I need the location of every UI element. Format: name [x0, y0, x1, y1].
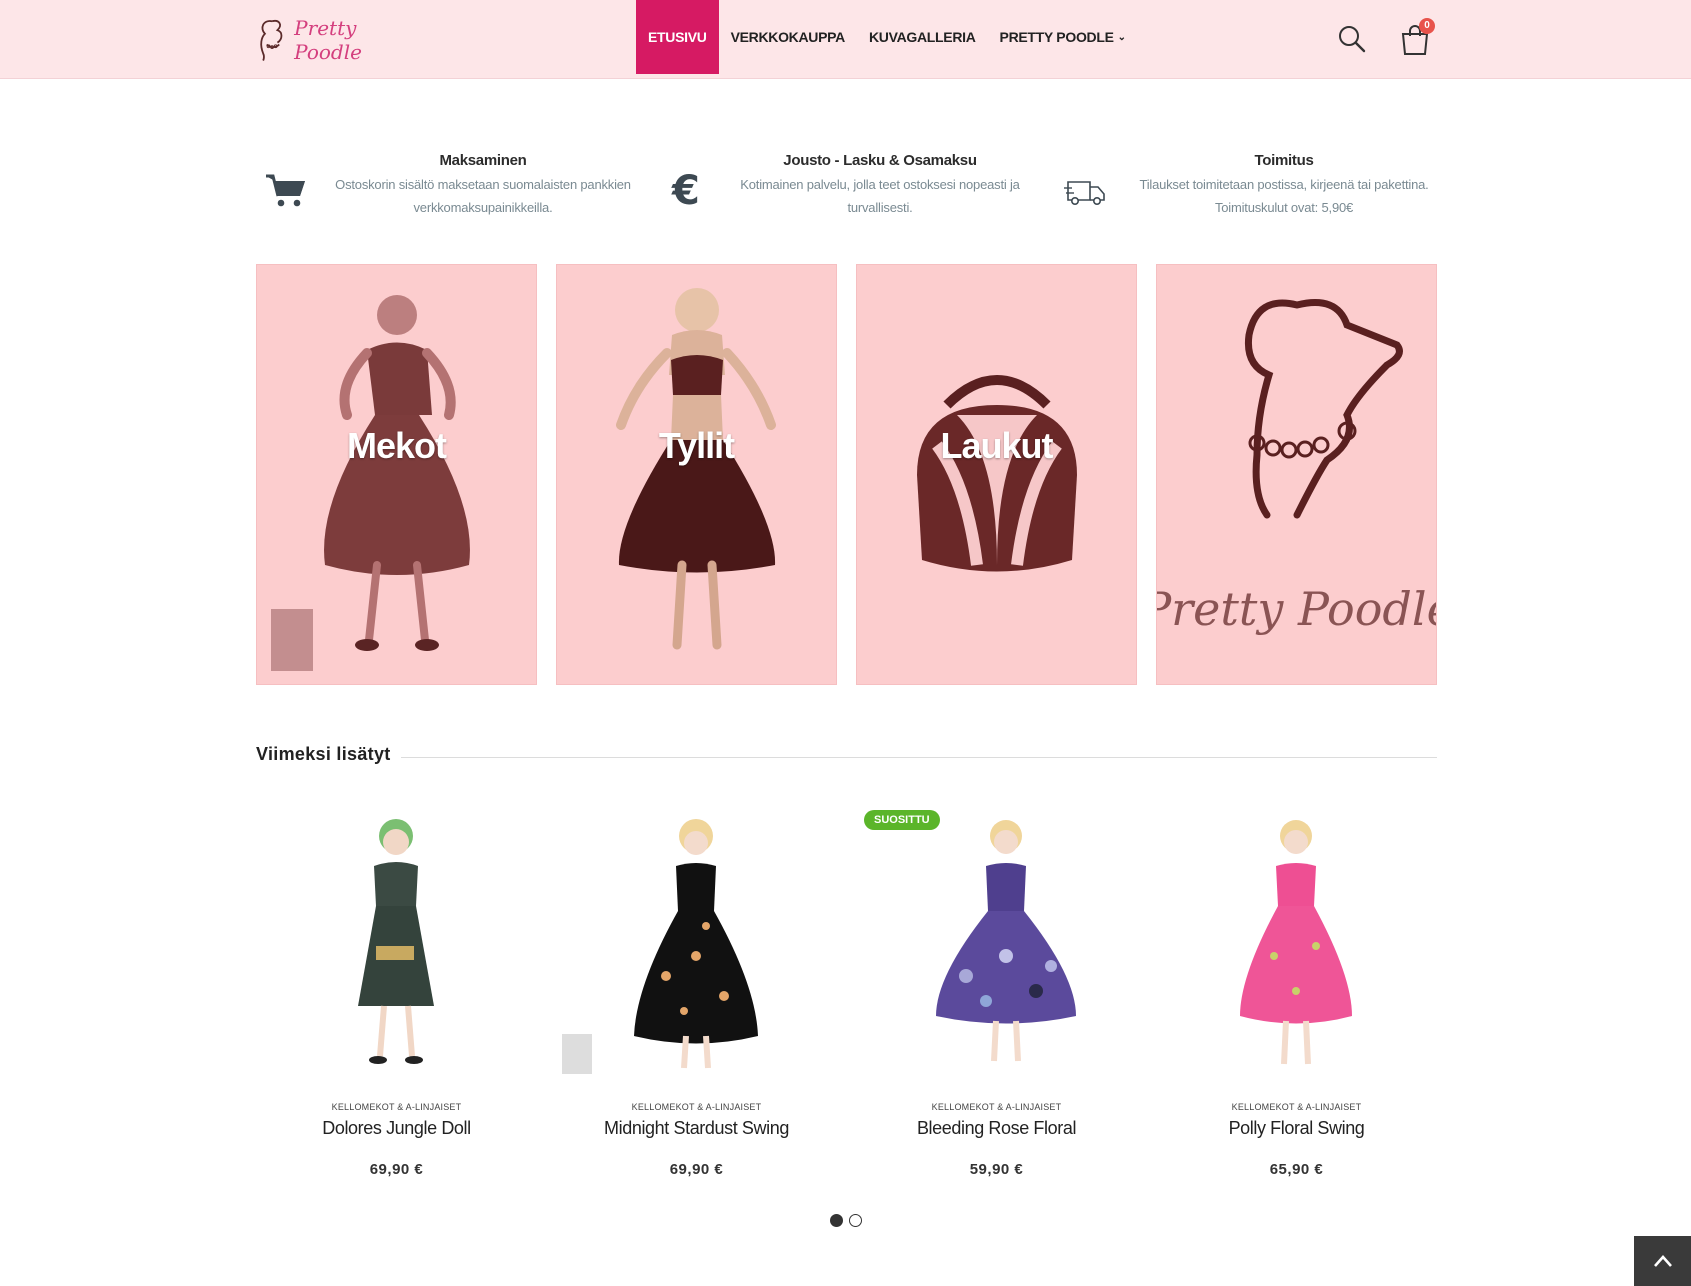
section-title-latest: Viimeksi lisätyt	[256, 744, 391, 764]
feature-title: Jousto - Lasku & Osamaksu	[783, 152, 977, 169]
feature-desc-line1: Ostoskorin sisältö maksetaan suomalaiste…	[335, 177, 631, 192]
product-category[interactable]: KELLOMEKOT & A-LINJAISET	[556, 1102, 837, 1112]
euro-icon: €	[671, 170, 700, 210]
site-header: Pretty Poodle ETUSIVU VERKKOKAUPPA KUVAG…	[0, 0, 1691, 79]
feature-desc-line2: Toimituskulut ovat: 5,90€	[1214, 200, 1354, 215]
product-name[interactable]: Polly Floral Swing	[1156, 1118, 1437, 1139]
feature-desc-line2: verkkomaksupainikkeilla.	[413, 200, 553, 215]
product-name[interactable]: Bleeding Rose Floral	[856, 1118, 1137, 1139]
product-price: 65,90 €	[1269, 1161, 1324, 1178]
handbag-image	[917, 375, 1077, 572]
main-nav: ETUSIVU VERKKOKAUPPA KUVAGALLERIA PRETTY…	[636, 0, 1138, 74]
product-price: 69,90 €	[369, 1161, 424, 1178]
feature-title: Toimitus	[1254, 152, 1314, 169]
nav-item-etusivu[interactable]: ETUSIVU	[636, 0, 719, 74]
feature-toimitus: Toimitus Tilaukset toimitetaan postissa,…	[1064, 152, 1436, 232]
product-card[interactable]: KELLOMEKOT & A-LINJAISET Midnight Stardu…	[556, 806, 837, 1186]
nav-item-pretty-poodle-label: PRETTY POODLE	[999, 29, 1114, 45]
logo-text: Pretty Poodle	[294, 15, 362, 64]
category-banner-mekot[interactable]: Mekot	[256, 264, 537, 685]
product-name[interactable]: Midnight Stardust Swing	[556, 1118, 837, 1139]
category-banner-laukut[interactable]: Laukut	[856, 264, 1137, 685]
nav-item-pretty-poodle[interactable]: PRETTY POODLE ⌄	[988, 0, 1138, 74]
dress-model-image	[271, 295, 470, 671]
product-image[interactable]	[556, 806, 837, 1076]
site-logo[interactable]: Pretty Poodle	[256, 12, 416, 67]
logo-wordmark: Pretty Poodle	[1157, 582, 1437, 636]
nav-item-kuvagalleria[interactable]: KUVAGALLERIA	[857, 0, 988, 74]
popular-badge: SUOSITTU	[864, 810, 940, 830]
product-image[interactable]	[256, 806, 537, 1076]
feature-maksaminen: Maksaminen Ostoskorin sisältö maksetaan …	[264, 152, 632, 232]
search-icon[interactable]	[1338, 25, 1366, 53]
feature-desc-line1: Tilaukset toimitetaan postissa, kirjeenä…	[1139, 177, 1429, 192]
feature-desc-line2: turvallisesti.	[847, 200, 913, 215]
scroll-to-top-button[interactable]	[1634, 1236, 1691, 1286]
product-category[interactable]: KELLOMEKOT & A-LINJAISET	[856, 1102, 1137, 1112]
banner-label: Laukut	[940, 425, 1053, 466]
category-banner-tyllit[interactable]: Tyllit	[556, 264, 837, 685]
truck-icon	[1064, 181, 1105, 205]
pretty-poodle-logo-image: Pretty Poodle	[1157, 299, 1437, 636]
product-price: 69,90 €	[669, 1161, 724, 1178]
feature-jousto: € Jousto - Lasku & Osamaksu Kotimainen p…	[668, 152, 1032, 232]
cart-count-badge: 0	[1419, 18, 1435, 34]
product-category[interactable]: KELLOMEKOT & A-LINJAISET	[256, 1102, 537, 1112]
chevron-up-icon	[1653, 1255, 1672, 1267]
product-image[interactable]	[856, 806, 1137, 1076]
product-price: 59,90 €	[969, 1161, 1024, 1178]
logo-silhouette-icon	[260, 19, 283, 61]
cart-icon	[266, 174, 305, 207]
product-category[interactable]: KELLOMEKOT & A-LINJAISET	[1156, 1102, 1437, 1112]
product-name[interactable]: Dolores Jungle Doll	[256, 1118, 537, 1139]
product-card[interactable]: KELLOMEKOT & A-LINJAISET Polly Floral Sw…	[1156, 806, 1437, 1186]
feature-desc-line1: Kotimainen palvelu, jolla teet ostoksesi…	[740, 177, 1020, 192]
product-card[interactable]: KELLOMEKOT & A-LINJAISET Dolores Jungle …	[256, 806, 537, 1186]
petticoat-model-image	[616, 288, 776, 650]
banner-label: Tyllit	[658, 425, 735, 466]
section-divider	[401, 757, 1437, 758]
feature-title: Maksaminen	[439, 152, 527, 169]
svg-text:€: €	[671, 170, 700, 210]
nav-item-verkkokauppa[interactable]: VERKKOKAUPPA	[719, 0, 857, 74]
carousel-dot-1[interactable]	[830, 1214, 843, 1227]
chevron-down-icon: ⌄	[1117, 31, 1126, 43]
carousel-dot-2[interactable]	[849, 1214, 862, 1227]
carousel-pagination	[830, 1214, 862, 1227]
brand-banner-pretty-poodle[interactable]: Pretty Poodle	[1156, 264, 1437, 685]
product-card[interactable]: SUOSITTU KELLOMEKOT & A-LINJAISET Bleedi…	[856, 806, 1137, 1186]
product-image[interactable]	[1156, 806, 1437, 1076]
banner-label: Mekot	[346, 425, 447, 466]
